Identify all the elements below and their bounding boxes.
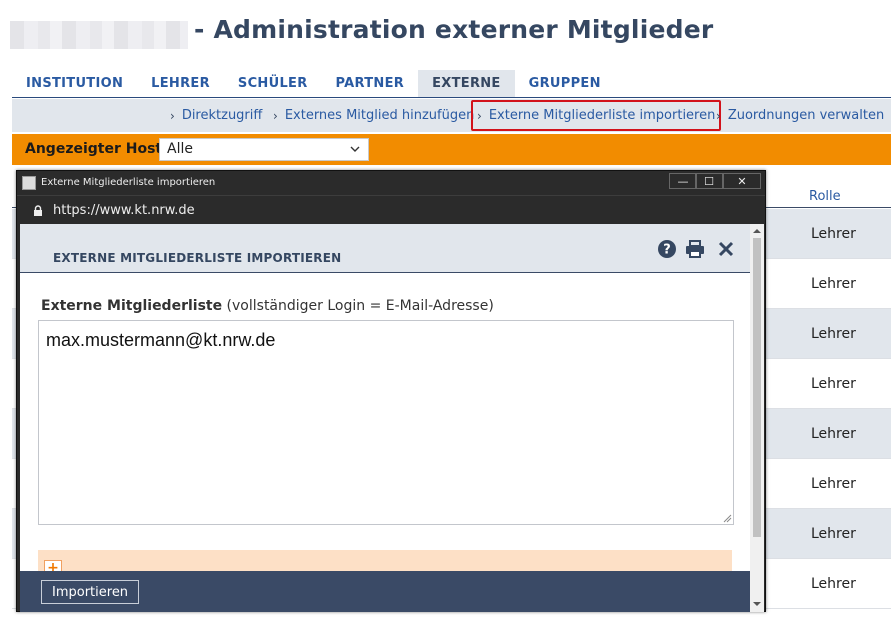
window-titlebar[interactable]: Externe Mitgliederliste importieren — ☐ … bbox=[17, 171, 765, 195]
cell-rolle: Lehrer bbox=[811, 326, 856, 342]
tab-lehrer[interactable]: LEHRER bbox=[137, 70, 224, 97]
host-select-value: Alle bbox=[167, 141, 193, 157]
tab-gruppen[interactable]: GRUPPEN bbox=[515, 70, 615, 97]
subnav-label: Externes Mitglied hinzufügen bbox=[284, 108, 475, 123]
subnav-label: Zuordnungen verwalten bbox=[727, 108, 885, 123]
popup-content: EXTERNE MITGLIEDERLISTE IMPORTIEREN ? Ex… bbox=[20, 224, 750, 612]
tab-institution[interactable]: INSTITUTION bbox=[12, 70, 137, 97]
popup-footer: Importieren bbox=[20, 571, 750, 612]
panel-header: EXTERNE MITGLIEDERLISTE IMPORTIEREN ? bbox=[20, 224, 750, 273]
cell-rolle: Lehrer bbox=[811, 526, 856, 542]
chevron-right-icon: › bbox=[716, 108, 721, 123]
host-filter-bar: Angezeigter Host Alle bbox=[12, 134, 891, 165]
main-tabs: INSTITUTION LEHRER SCHÜLER PARTNER EXTER… bbox=[12, 70, 891, 98]
chevron-right-icon: › bbox=[170, 108, 175, 123]
import-button[interactable]: Importieren bbox=[41, 580, 140, 604]
cell-rolle: Lehrer bbox=[811, 576, 856, 592]
scroll-down-icon[interactable] bbox=[753, 600, 761, 608]
member-list-label-hint: (vollständiger Login = E-Mail-Adresse) bbox=[222, 298, 494, 314]
cell-rolle: Lehrer bbox=[811, 376, 856, 392]
host-select[interactable]: Alle bbox=[159, 138, 369, 161]
member-list-label-bold: Externe Mitgliederliste bbox=[41, 298, 223, 314]
app-icon bbox=[22, 176, 36, 190]
member-list-textarea[interactable]: max.mustermann@kt.nrw.de bbox=[38, 320, 734, 525]
tab-schueler[interactable]: SCHÜLER bbox=[224, 70, 322, 97]
close-icon[interactable] bbox=[716, 239, 736, 259]
chevron-right-icon: › bbox=[273, 108, 278, 123]
subnav-label: Externe Mitgliederliste importieren bbox=[488, 108, 716, 123]
tab-externe[interactable]: EXTERNE bbox=[418, 70, 515, 97]
column-header-rolle[interactable]: Rolle bbox=[809, 189, 841, 204]
import-popup-window: Externe Mitgliederliste importieren — ☐ … bbox=[16, 170, 766, 612]
maximize-button[interactable]: ☐ bbox=[695, 173, 723, 189]
blurred-institution-logo bbox=[10, 21, 188, 49]
subnav-label: Direktzugriff bbox=[181, 108, 263, 123]
cell-rolle: Lehrer bbox=[811, 426, 856, 442]
scrollbar[interactable] bbox=[750, 224, 764, 612]
subnav-mitgliederliste-importieren[interactable]: › Externe Mitgliederliste importieren bbox=[471, 100, 722, 131]
url-text: https://www.kt.nrw.de bbox=[53, 203, 195, 218]
subnav-direktzugriff[interactable]: › Direktzugriff bbox=[170, 99, 262, 132]
minimize-button[interactable]: — bbox=[669, 173, 697, 189]
close-window-button[interactable]: ✕ bbox=[723, 173, 761, 189]
subnav-zuordnungen-verwalten[interactable]: › Zuordnungen verwalten bbox=[716, 99, 884, 132]
member-list-label: Externe Mitgliederliste (vollständiger L… bbox=[41, 298, 494, 314]
scroll-up-icon[interactable] bbox=[753, 227, 761, 235]
window-title: Externe Mitgliederliste importieren bbox=[41, 177, 216, 188]
lock-icon bbox=[34, 205, 42, 216]
subnav-externes-mitglied-hinzufuegen[interactable]: › Externes Mitglied hinzufügen bbox=[273, 99, 474, 132]
resize-handle-icon[interactable] bbox=[722, 513, 732, 523]
scrollbar-thumb[interactable] bbox=[753, 238, 761, 537]
sub-navigation: › Direktzugriff › Externes Mitglied hinz… bbox=[12, 99, 891, 132]
panel-title: EXTERNE MITGLIEDERLISTE IMPORTIEREN bbox=[53, 251, 342, 265]
maximize-icon: ☐ bbox=[704, 174, 714, 188]
cell-rolle: Lehrer bbox=[811, 476, 856, 492]
page-title: - Administration externer Mitglieder bbox=[194, 15, 714, 44]
host-label: Angezeigter Host bbox=[25, 141, 163, 157]
chevron-right-icon: › bbox=[477, 108, 482, 123]
close-icon: ✕ bbox=[737, 174, 747, 188]
minimize-icon: — bbox=[677, 174, 689, 188]
cell-rolle: Lehrer bbox=[811, 226, 856, 242]
help-icon[interactable]: ? bbox=[657, 239, 677, 259]
url-bar[interactable]: https://www.kt.nrw.de bbox=[17, 195, 765, 224]
chevron-down-icon bbox=[350, 146, 360, 152]
svg-text:?: ? bbox=[663, 243, 671, 258]
tab-partner[interactable]: PARTNER bbox=[322, 70, 419, 97]
cell-rolle: Lehrer bbox=[811, 276, 856, 292]
print-icon[interactable] bbox=[685, 239, 705, 259]
